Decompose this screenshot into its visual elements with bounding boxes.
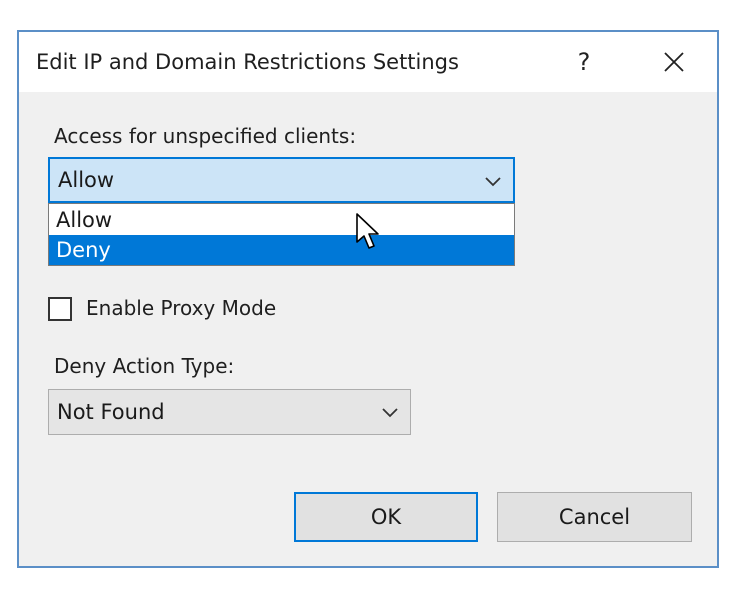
access-dropdown-list: Allow Deny	[48, 203, 515, 266]
help-button[interactable]: ?	[561, 42, 607, 82]
access-select[interactable]: Allow	[48, 157, 515, 203]
title-bar: Edit IP and Domain Restrictions Settings…	[19, 32, 717, 92]
dialog-title: Edit IP and Domain Restrictions Settings	[36, 50, 459, 74]
chevron-down-icon	[485, 177, 501, 187]
ok-button[interactable]: OK	[294, 492, 478, 542]
close-button[interactable]	[651, 42, 697, 82]
deny-action-selected-value: Not Found	[57, 400, 165, 424]
option-allow[interactable]: Allow	[49, 205, 514, 235]
cancel-button[interactable]: Cancel	[497, 492, 692, 542]
access-selected-value: Allow	[58, 168, 115, 192]
mouse-pointer-icon	[356, 213, 379, 249]
chevron-down-icon	[382, 408, 398, 418]
deny-action-type-label: Deny Action Type:	[54, 354, 235, 378]
option-deny[interactable]: Deny	[49, 235, 514, 265]
deny-action-type-select[interactable]: Not Found	[48, 389, 411, 435]
help-icon: ?	[577, 48, 591, 76]
enable-proxy-mode-checkbox[interactable]	[48, 297, 72, 321]
enable-proxy-mode-label[interactable]: Enable Proxy Mode	[86, 296, 276, 320]
close-icon	[664, 52, 684, 72]
edit-ip-domain-restrictions-dialog: Edit IP and Domain Restrictions Settings…	[17, 30, 719, 568]
access-label: Access for unspecified clients:	[54, 124, 357, 148]
